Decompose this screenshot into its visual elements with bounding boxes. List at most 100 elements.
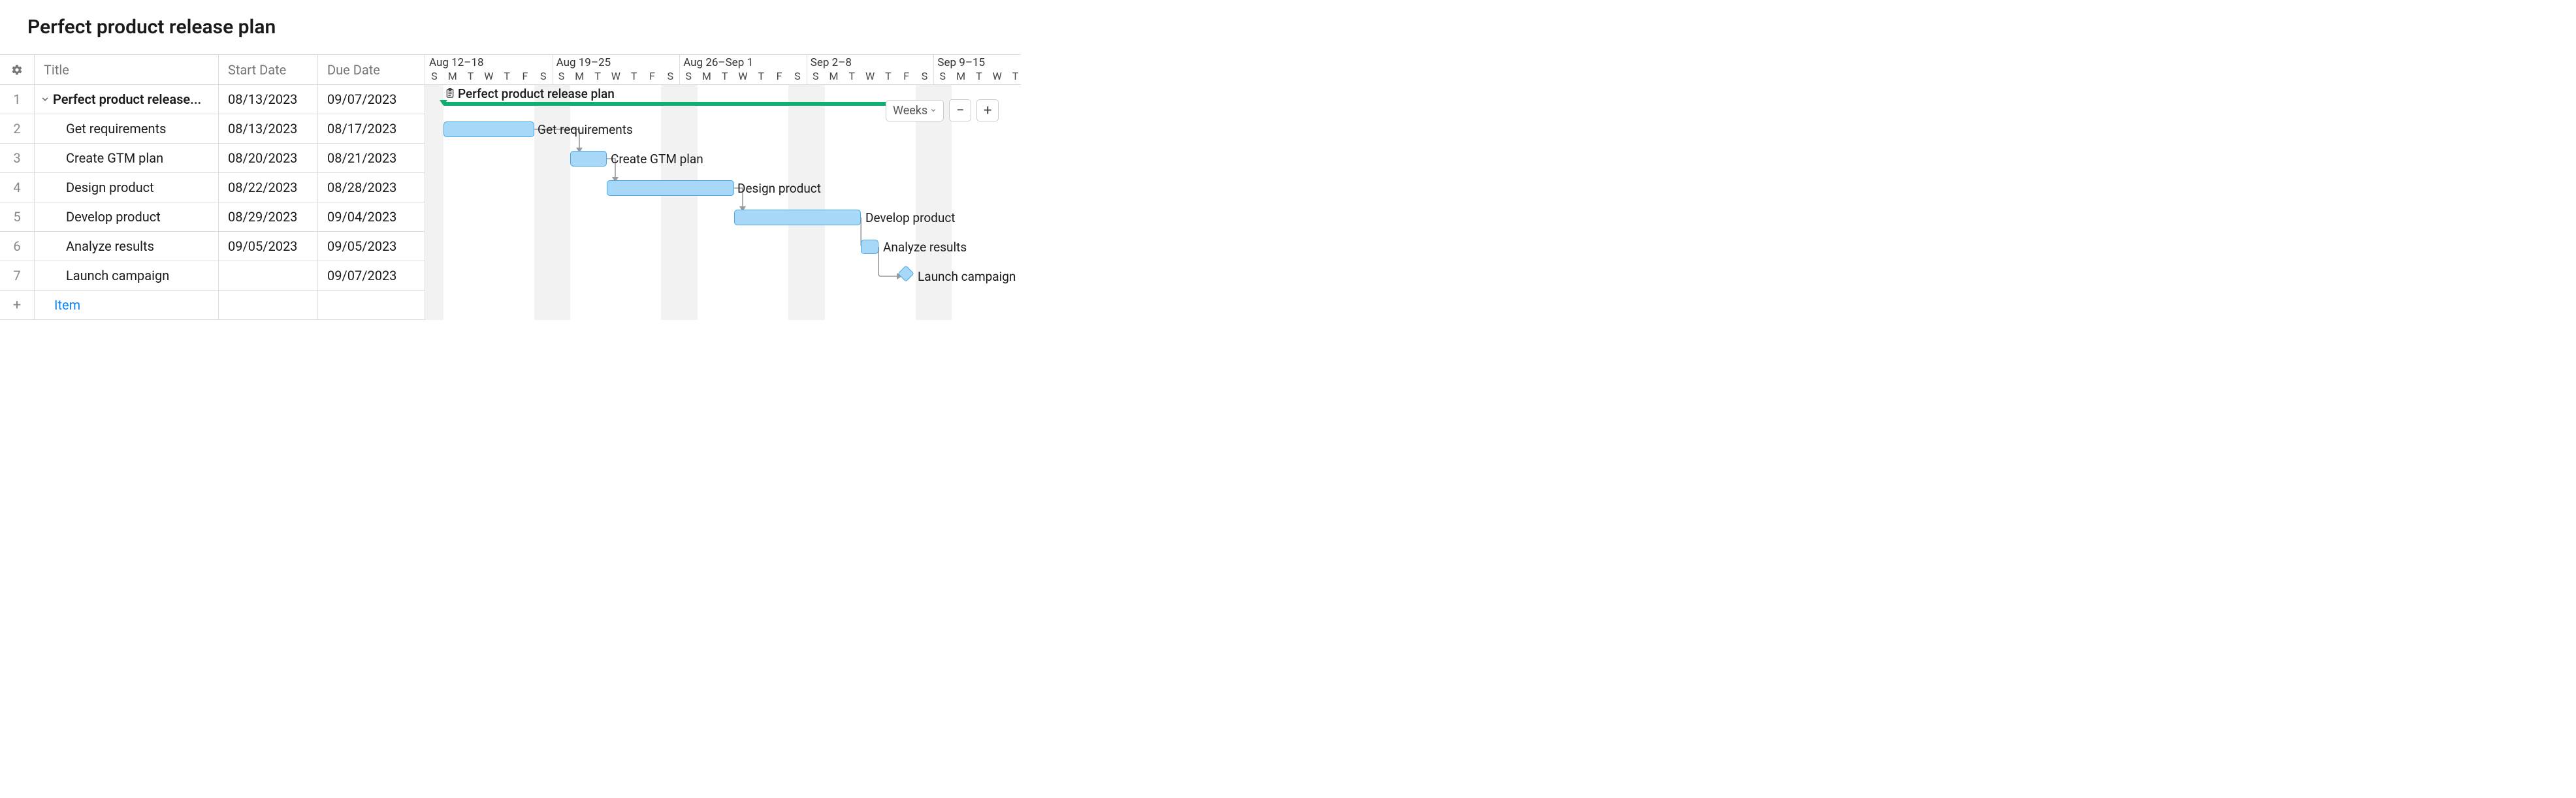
due-date-cell[interactable]: 09/04/2023 — [318, 202, 425, 232]
row-number: 5 — [0, 202, 35, 232]
chevron-down-icon[interactable] — [37, 91, 53, 107]
empty-cell — [318, 291, 425, 320]
day-letter: M — [698, 70, 716, 85]
day-letter: T — [879, 70, 897, 85]
due-date-cell[interactable]: 09/07/2023 — [318, 261, 425, 291]
day-letter: M — [952, 70, 970, 85]
day-letter: S — [425, 70, 443, 85]
table-row[interactable]: 7 Launch campaign 09/07/2023 — [0, 261, 425, 291]
start-date-cell[interactable]: 09/05/2023 — [219, 232, 318, 261]
day-letter: S — [788, 70, 807, 85]
day-letter: S — [807, 70, 825, 85]
add-item-label[interactable]: Item — [35, 291, 219, 320]
milestone-marker[interactable] — [897, 265, 914, 281]
col-header-due[interactable]: Due Date — [318, 55, 425, 85]
day-letter: W — [479, 70, 498, 85]
summary-label: Perfect product release plan — [458, 86, 615, 101]
day-letter: S — [661, 70, 679, 85]
start-date-cell[interactable]: 08/22/2023 — [219, 173, 318, 202]
task-title-cell[interactable]: Perfect product release... — [35, 85, 219, 114]
task-bar-label: Get requirements — [538, 122, 633, 137]
week-label: Aug 19–25 — [553, 56, 611, 69]
table-row[interactable]: 5 Develop product 08/29/2023 09/04/2023 — [0, 202, 425, 232]
task-title-cell[interactable]: Launch campaign — [35, 261, 219, 291]
table-row[interactable]: 6 Analyze results 09/05/2023 09/05/2023 — [0, 232, 425, 261]
day-letter: W — [861, 70, 879, 85]
row-number: 6 — [0, 232, 35, 261]
task-bar[interactable] — [861, 240, 878, 254]
start-date-cell[interactable]: 08/13/2023 — [219, 85, 318, 114]
start-date-cell[interactable]: 08/29/2023 — [219, 202, 318, 232]
due-date-cell[interactable]: 09/05/2023 — [318, 232, 425, 261]
caret-down-icon — [930, 107, 937, 114]
timeline-row: Analyze results — [425, 232, 1021, 261]
row-number: 1 — [0, 85, 35, 114]
day-letter: W — [607, 70, 625, 85]
page-title: Perfect product release plan — [0, 0, 2576, 54]
task-title-text: Perfect product release... — [53, 91, 201, 107]
day-letter: T — [716, 70, 734, 85]
table-row[interactable]: 2 Get requirements 08/13/2023 08/17/2023 — [0, 114, 425, 144]
plus-icon[interactable]: + — [0, 291, 35, 320]
timeline-row: Design product — [425, 173, 1021, 202]
task-title-cell[interactable]: Get requirements — [35, 114, 219, 144]
start-date-cell[interactable]: 08/13/2023 — [219, 114, 318, 144]
gantt-view: Title Start Date Due Date 1 Perfect prod… — [0, 54, 1021, 55]
day-letter: W — [734, 70, 752, 85]
day-letter: M — [570, 70, 588, 85]
day-letter: T — [588, 70, 607, 85]
timeline-row: Create GTM plan — [425, 144, 1021, 173]
zoom-in-button[interactable]: + — [976, 99, 999, 121]
week-label: Sep 9–15 — [933, 56, 985, 69]
empty-cell — [219, 291, 318, 320]
week-label: Aug 12–18 — [425, 56, 484, 69]
task-bar-label: Launch campaign — [918, 269, 1016, 284]
task-bar[interactable] — [570, 151, 607, 167]
day-letters-row: SMTWTFSSMTWTFSSMTWTFSSMTWTFSSMTWT — [425, 70, 1021, 85]
due-date-cell[interactable]: 08/17/2023 — [318, 114, 425, 144]
task-title-cell[interactable]: Design product — [35, 173, 219, 202]
day-letter: T — [970, 70, 988, 85]
summary-cap-left — [440, 100, 447, 106]
col-header-title[interactable]: Title — [35, 55, 219, 85]
task-title-cell[interactable]: Create GTM plan — [35, 144, 219, 173]
due-date-cell[interactable]: 09/07/2023 — [318, 85, 425, 114]
task-title-cell[interactable]: Analyze results — [35, 232, 219, 261]
timeline: Aug 12–18 Aug 19–25 Aug 26–Sep 1 Sep 2–8… — [425, 55, 1021, 320]
table-row[interactable]: 4 Design product 08/22/2023 08/28/2023 — [0, 173, 425, 202]
day-letter: S — [679, 70, 698, 85]
day-letter: M — [825, 70, 843, 85]
day-letter: M — [443, 70, 462, 85]
day-letter: S — [933, 70, 952, 85]
table-row[interactable]: 3 Create GTM plan 08/20/2023 08/21/2023 — [0, 144, 425, 173]
day-letter: T — [462, 70, 480, 85]
table-settings-button[interactable] — [0, 55, 35, 85]
day-letter: S — [916, 70, 934, 85]
task-table: Title Start Date Due Date 1 Perfect prod… — [0, 55, 425, 320]
col-header-start[interactable]: Start Date — [219, 55, 318, 85]
add-item-row[interactable]: + Item — [0, 291, 425, 320]
table-row[interactable]: 1 Perfect product release... 08/13/2023 … — [0, 85, 425, 114]
task-bar-label: Design product — [737, 181, 821, 196]
day-letter: S — [534, 70, 553, 85]
task-bar[interactable] — [443, 121, 534, 137]
start-date-cell[interactable]: 08/20/2023 — [219, 144, 318, 173]
day-letter: W — [988, 70, 1006, 85]
start-date-cell[interactable] — [219, 261, 318, 291]
task-bar[interactable] — [607, 180, 734, 196]
week-label: Sep 2–8 — [807, 56, 852, 69]
task-title-cell[interactable]: Develop product — [35, 202, 219, 232]
week-label: Aug 26–Sep 1 — [679, 56, 753, 69]
row-number: 3 — [0, 144, 35, 173]
task-bar[interactable] — [734, 210, 861, 225]
zoom-out-button[interactable]: − — [949, 99, 971, 121]
task-bar-label: Create GTM plan — [611, 152, 703, 167]
day-letter: F — [643, 70, 662, 85]
summary-bar[interactable] — [443, 102, 897, 106]
timeline-header: Aug 12–18 Aug 19–25 Aug 26–Sep 1 Sep 2–8… — [425, 55, 1021, 85]
due-date-cell[interactable]: 08/21/2023 — [318, 144, 425, 173]
due-date-cell[interactable]: 08/28/2023 — [318, 173, 425, 202]
zoom-select[interactable]: Weeks — [886, 100, 944, 121]
day-letter: F — [897, 70, 916, 85]
task-bar-label: Analyze results — [883, 240, 967, 255]
